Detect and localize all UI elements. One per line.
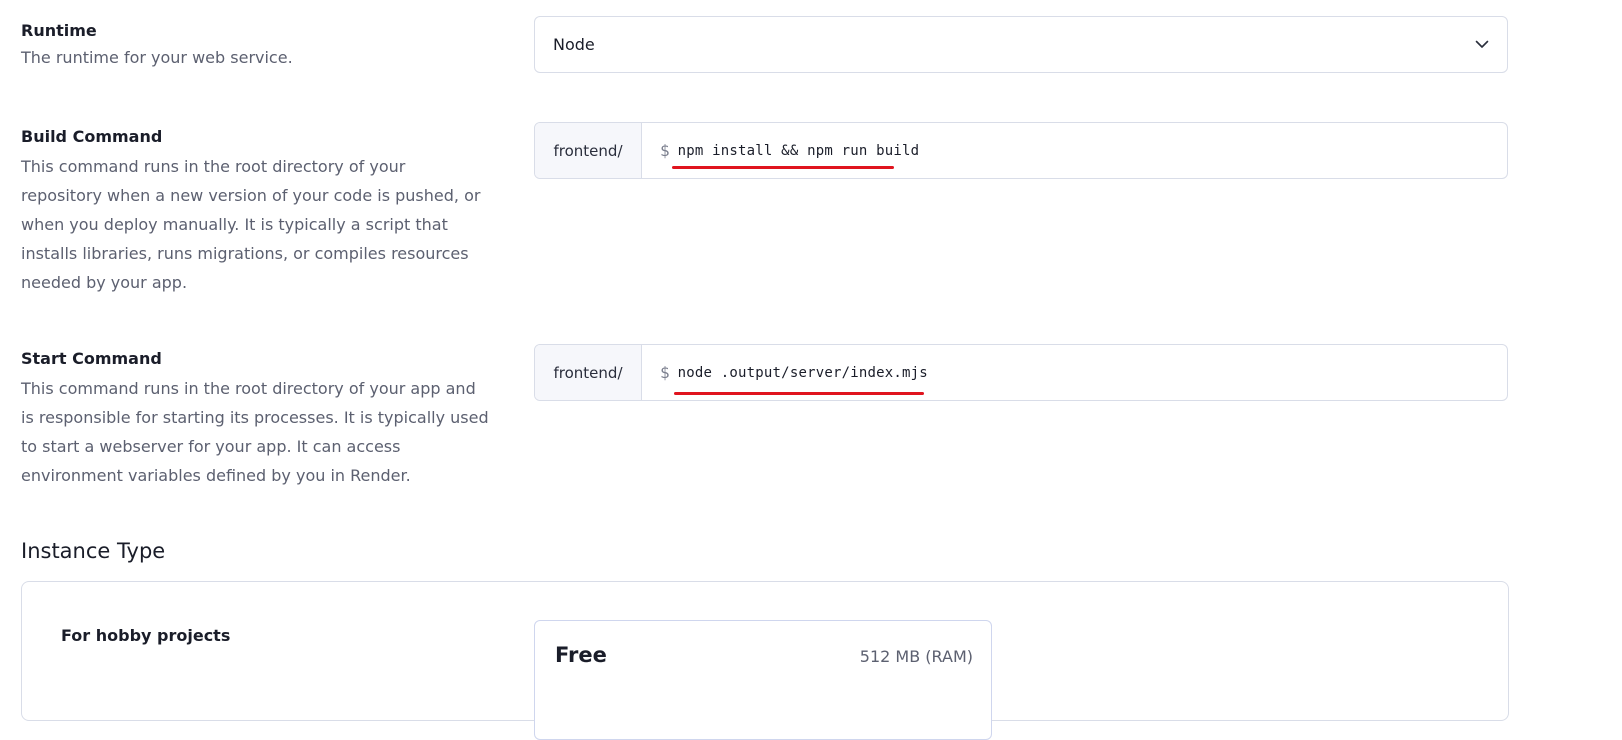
instance-type-heading: Instance Type: [21, 539, 166, 563]
start-command-title: Start Command: [21, 349, 162, 368]
build-command-value: npm install && npm run build: [677, 142, 920, 159]
start-command-prefix: frontend/: [535, 345, 642, 400]
start-command-annotation-underline: [674, 392, 924, 395]
build-command-label-block: Build Command This command runs in the r…: [21, 126, 491, 297]
plan-name: Free: [555, 643, 607, 667]
start-command-description: This command runs in the root directory …: [21, 379, 489, 485]
chevron-down-icon: [1475, 38, 1489, 52]
build-command-prefix: frontend/: [535, 123, 642, 178]
runtime-selected-value: Node: [553, 35, 595, 54]
build-command-title: Build Command: [21, 127, 163, 146]
build-command-dollar: $: [660, 141, 670, 160]
build-command-description: This command runs in the root directory …: [21, 157, 481, 292]
plan-ram: 512 MB (RAM): [859, 647, 973, 666]
build-command-input[interactable]: $ npm install && npm run build: [642, 123, 1507, 178]
start-command-field[interactable]: frontend/ $ node .output/server/index.mj…: [534, 344, 1508, 401]
hobby-projects-label: For hobby projects: [61, 626, 231, 645]
runtime-label-block: Runtime The runtime for your web service…: [21, 20, 491, 72]
runtime-title: Runtime: [21, 21, 97, 40]
free-plan-option[interactable]: Free 512 MB (RAM): [534, 620, 992, 740]
runtime-description: The runtime for your web service.: [21, 48, 293, 67]
build-command-annotation-underline: [672, 166, 894, 169]
start-command-dollar: $: [660, 363, 670, 382]
build-command-field[interactable]: frontend/ $ npm install && npm run build: [534, 122, 1508, 179]
start-command-input[interactable]: $ node .output/server/index.mjs: [642, 345, 1507, 400]
instance-type-card: For hobby projects Free 512 MB (RAM): [21, 581, 1509, 740]
start-command-value: node .output/server/index.mjs: [677, 364, 928, 381]
start-command-label-block: Start Command This command runs in the r…: [21, 348, 491, 490]
runtime-select[interactable]: Node: [534, 16, 1508, 73]
